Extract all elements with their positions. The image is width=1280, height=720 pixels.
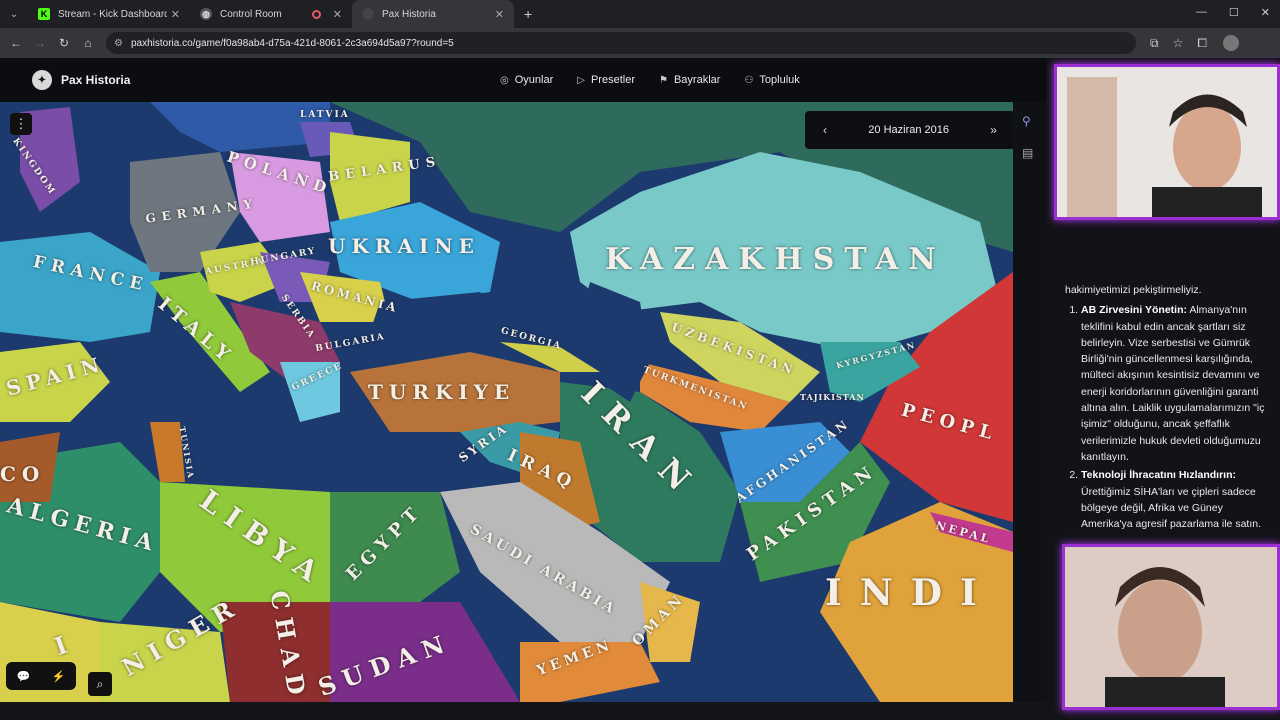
recording-icon (311, 9, 321, 19)
home-icon[interactable]: ⌂ (76, 36, 100, 50)
map-label-turkiye: TURKIYE (368, 380, 516, 404)
document-icon[interactable]: ▤ (1022, 146, 1033, 160)
map-menu-button[interactable]: ⋮ (10, 113, 32, 135)
close-tab-icon[interactable]: ✕ (171, 8, 180, 21)
advisor-intro: hakimiyetimizi pekiştirmeliyiz. (1065, 284, 1202, 296)
person-icon[interactable]: ⚲ (1022, 114, 1031, 128)
advisor-message: hakimiyetimizi pekiştirmeliyiz. AB Zirve… (1065, 282, 1271, 534)
advice-body: Ürettiğimiz SİHA'ları ve çipleri sadece … (1081, 485, 1261, 531)
flag-icon: ⚑ (659, 74, 668, 86)
nav-presetler[interactable]: ▷ Presetler (577, 74, 635, 86)
url-field[interactable]: ⚙ paxhistoria.co/game/f0a98ab4-d75a-421d… (106, 32, 1136, 54)
advice-item: AB Zirvesini Yönetin: Almanya'nın teklif… (1081, 302, 1271, 465)
window-controls: — ☐ ✕ (1196, 6, 1270, 19)
close-window-icon[interactable]: ✕ (1261, 6, 1270, 19)
nav-label: Oyunlar (514, 74, 554, 86)
world-map[interactable]: POLAND BELARUS UKRAINE GERMANY FRANCE IT… (0, 102, 1013, 702)
webcam-feed-image (1065, 547, 1277, 707)
right-tool-strip: ⚲ ▤ (1013, 102, 1047, 702)
map-label-tajikistan: TAJIKISTAN (800, 392, 865, 402)
address-bar-row: ← → ↻ ⌂ ⚙ paxhistoria.co/game/f0a98ab4-d… (0, 28, 1280, 58)
bookmark-star-icon[interactable]: ☆ (1173, 36, 1184, 50)
map-search-button[interactable]: ⌕ (88, 672, 112, 696)
url-text: paxhistoria.co/game/f0a98ab4-d75a-421d-8… (130, 37, 454, 49)
advice-body: Almanya'nın teklifini kabul edin ancak ş… (1081, 304, 1265, 463)
forward-icon[interactable]: → (28, 36, 52, 50)
gamepad-icon: ◎ (500, 74, 509, 86)
map-label-latvia: LATVIA (300, 110, 350, 120)
app-header: ✦ Pax Historia ◎ Oyunlar ▷ Presetler ⚑ Bayr… (0, 58, 1047, 102)
pax-logo-icon: ✦ (32, 70, 52, 90)
current-date: 20 Haziran 2016 (868, 124, 950, 136)
map-label-morocco: CO (0, 462, 46, 486)
map-label-india: INDI (825, 572, 995, 614)
globe-icon: ◍ (200, 8, 212, 20)
tab-kick-dashboard[interactable]: K Stream - Kick Dashboard ✕ (28, 0, 190, 28)
minimize-icon[interactable]: — (1196, 6, 1207, 19)
bottom-tools: 💬 ⚡ (6, 662, 76, 690)
nav-bayraklar[interactable]: ⚑ Bayraklar (659, 74, 720, 86)
people-icon: ⚇ (744, 74, 754, 86)
advice-title: AB Zirvesini Yönetin: (1081, 304, 1187, 317)
tab-title: Stream - Kick Dashboard (58, 8, 167, 20)
advice-item: Teknoloji İhracatını Hızlandırın: Üretti… (1081, 467, 1271, 532)
date-control: ‹ 20 Haziran 2016 » (805, 111, 1015, 149)
main-nav: ◎ Oyunlar ▷ Presetler ⚑ Bayraklar ⚇ Topluluk (500, 58, 800, 102)
nav-topluluk[interactable]: ⚇ Topluluk (744, 74, 799, 86)
webcam-overlay-top (1054, 64, 1280, 220)
play-icon: ▷ (577, 74, 585, 86)
brand-name: Pax Historia (61, 73, 131, 87)
nav-label: Topluluk (759, 74, 800, 86)
pax-icon (362, 8, 374, 20)
tab-control-room[interactable]: ◍ Control Room ✕ (190, 0, 352, 28)
kick-icon: K (38, 8, 50, 20)
webcam-feed-image (1057, 67, 1277, 217)
back-icon[interactable]: ← (4, 36, 28, 50)
brand-logo[interactable]: ✦ Pax Historia (32, 70, 130, 90)
map-label-ukraine: UKRAINE (328, 234, 480, 258)
nav-oyunlar[interactable]: ◎ Oyunlar (500, 74, 553, 86)
advice-title: Teknoloji İhracatını Hızlandırın: (1081, 469, 1236, 482)
advance-time-button[interactable]: » (990, 123, 997, 137)
map-label-kazakhstan: KAZAKHSTAN (605, 242, 946, 277)
tab-pax-historia[interactable]: Pax Historia ✕ (352, 0, 514, 28)
reload-icon[interactable]: ↻ (52, 36, 76, 50)
tab-title: Control Room (220, 8, 282, 20)
close-tab-icon[interactable]: ✕ (495, 8, 504, 21)
profile-avatar[interactable] (1222, 35, 1239, 51)
tab-search-icon[interactable]: ⌄ (0, 0, 28, 28)
new-tab-button[interactable]: + (524, 6, 532, 22)
extensions-icon[interactable]: ⧠ (1197, 36, 1207, 51)
bolt-icon[interactable]: ⚡ (52, 670, 66, 683)
site-info-icon[interactable]: ⚙ (114, 38, 123, 49)
close-tab-icon[interactable]: ✕ (333, 8, 342, 21)
tab-title: Pax Historia (382, 8, 436, 20)
nav-label: Presetler (590, 74, 635, 86)
webcam-overlay-bottom (1062, 544, 1280, 710)
browser-tab-bar: ⌄ K Stream - Kick Dashboard ✕ ◍ Control … (0, 0, 1280, 28)
previous-date-button[interactable]: ‹ (823, 123, 827, 137)
install-app-icon[interactable]: ⧉ (1150, 36, 1159, 51)
maximize-icon[interactable]: ☐ (1229, 6, 1239, 19)
nav-label: Bayraklar (673, 74, 721, 86)
chat-bubble-icon[interactable]: 💬 (17, 670, 31, 683)
bottom-bar (0, 702, 1047, 720)
